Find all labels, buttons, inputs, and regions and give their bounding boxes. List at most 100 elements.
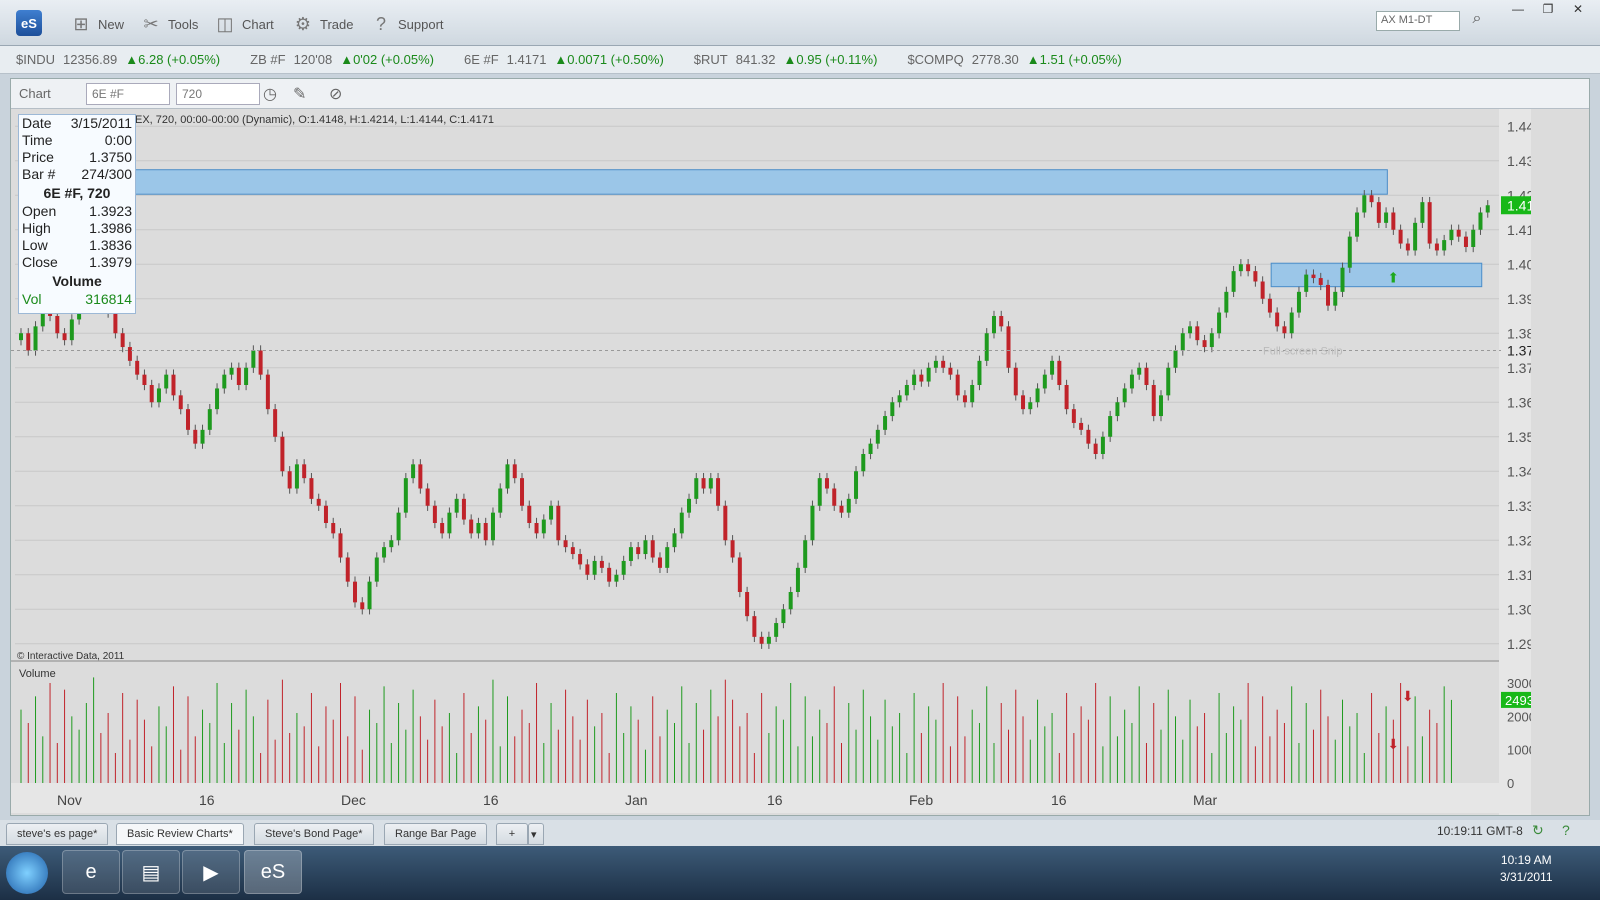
chart-button[interactable]: ◫ Chart <box>214 12 273 36</box>
candle-body <box>345 557 350 582</box>
info-low-row: Low 1.3836 <box>22 237 132 253</box>
time-axis-label: Jan <box>625 792 648 808</box>
candle-body <box>1006 326 1011 368</box>
candle-body <box>367 581 372 610</box>
explorer-icon[interactable]: ▤ <box>122 850 180 894</box>
candle-body <box>505 464 510 489</box>
start-button[interactable] <box>6 852 48 894</box>
pencil-icon[interactable]: ✎ <box>293 84 306 104</box>
candle-body <box>1478 212 1483 230</box>
info-title: 6E #F, 720 <box>43 185 111 201</box>
restore-icon[interactable]: ❐ <box>1534 0 1562 18</box>
app-logo[interactable]: eS <box>16 10 42 36</box>
candle-body <box>382 547 387 558</box>
candle-body <box>781 609 786 624</box>
candle-body <box>432 505 437 523</box>
candle-body <box>113 312 118 334</box>
price-tick-label: 1.3500 <box>1507 429 1531 445</box>
help-icon[interactable]: ? <box>1562 822 1570 838</box>
quote-item[interactable]: $INDU 12356.89 ▲6.28 (+0.05%) <box>16 52 220 67</box>
quote-symbol: 6E #F <box>463 52 499 67</box>
candle-body <box>171 374 176 396</box>
media-player-icon[interactable]: ▶ <box>182 850 240 894</box>
candle-body <box>1188 326 1193 334</box>
candle-body <box>1391 212 1396 230</box>
symbol-select[interactable]: AX M1-DT <box>1376 11 1460 31</box>
time-axis-label: 16 <box>767 792 783 808</box>
candle-body <box>1224 291 1229 313</box>
quote-change: ▲0.95 (+0.11%) <box>783 52 878 67</box>
page-tabs: steve's es page* Basic Review Charts* St… <box>0 820 1600 846</box>
esignal-taskbar-icon[interactable]: eS <box>244 850 302 894</box>
candle-body <box>1195 326 1200 341</box>
candle-body <box>287 471 292 489</box>
candle-body <box>164 374 169 389</box>
tab-range-bar-page[interactable]: Range Bar Page <box>384 823 488 845</box>
candle-body <box>1100 436 1105 454</box>
refresh-icon[interactable]: ↻ <box>1532 822 1544 839</box>
indicator-icon[interactable]: ⊘ <box>329 84 342 104</box>
candle-body <box>1347 236 1352 268</box>
quote-bar: $INDU 12356.89 ▲6.28 (+0.05%) ZB #F 120'08 ▲0… <box>0 46 1600 74</box>
volume-tick-label: 200000 <box>1507 709 1531 724</box>
info-price-row: Price 1.3750 <box>22 149 132 165</box>
price-tick-label: 1.3800 <box>1507 325 1531 341</box>
ie-icon[interactable]: e <box>62 850 120 894</box>
candle-body <box>1398 229 1403 244</box>
quote-item[interactable]: $RUT 841.32 ▲0.95 (+0.11%) <box>694 52 878 67</box>
search-icon[interactable]: ⌕ <box>1466 10 1488 32</box>
candle-body <box>1129 374 1134 389</box>
candle-body <box>1485 205 1490 213</box>
info-date-row: Date 3/15/2011 <box>22 115 132 131</box>
tools-button[interactable]: ✂ Tools <box>140 12 198 36</box>
candle-body <box>1166 367 1171 396</box>
candle-body <box>970 385 975 403</box>
tab-steves-es-page[interactable]: steve's es page* <box>6 823 109 845</box>
quote-item[interactable]: 6E #F 1.4171 ▲0.0071 (+0.50%) <box>464 52 664 67</box>
candle-body <box>323 505 328 523</box>
candle-body <box>694 478 699 499</box>
candle-body <box>236 367 241 385</box>
chart-symbol-select[interactable]: 6E #F <box>86 83 170 105</box>
candle-body <box>1093 443 1098 454</box>
price-chart[interactable]: 1.44001.43001.42001.41001.40001.39001.38… <box>11 109 1531 815</box>
volume-pane-label: Volume <box>19 668 56 680</box>
tab-basic-review-charts[interactable]: Basic Review Charts* <box>116 823 244 845</box>
new-button[interactable]: ⊞ New <box>70 12 124 36</box>
candle-body <box>817 478 822 506</box>
candle-body <box>607 567 612 582</box>
candle-body <box>331 523 336 534</box>
candle-body <box>563 540 568 548</box>
tray-clock: 10:19 AM 3/31/2011 <box>1500 853 1553 884</box>
quote-item[interactable]: $COMPQ 2778.30 ▲1.51 (+0.05%) <box>907 52 1121 67</box>
trade-button[interactable]: ⚙ Trade <box>292 12 354 36</box>
support-button[interactable]: ? Support <box>370 12 444 36</box>
add-tab-button[interactable]: + <box>496 823 528 845</box>
info-open-row: Open 1.3923 <box>22 203 132 219</box>
candle-body <box>628 547 633 561</box>
volume-tick-label: 300000 <box>1507 676 1531 691</box>
sell-arrow-icon: ⬇ <box>1402 688 1414 704</box>
chart-icon: ◫ <box>216 13 234 34</box>
candle-body <box>1463 236 1468 247</box>
candle-body <box>1260 281 1265 299</box>
info-close-row: Close 1.3979 <box>22 254 132 270</box>
candle-body <box>527 505 532 523</box>
price-tick-label: 1.4000 <box>1507 256 1531 272</box>
minimize-icon[interactable]: — <box>1504 0 1532 18</box>
support-resistance-zone <box>18 169 1388 195</box>
chart-interval-select[interactable]: 720 <box>176 83 260 105</box>
candle-body <box>1231 271 1236 292</box>
candle-body <box>1296 291 1301 313</box>
quote-item[interactable]: ZB #F 120'08 ▲0'02 (+0.05%) <box>250 52 434 67</box>
tab-steves-bond-page[interactable]: Steve's Bond Page* <box>254 823 374 845</box>
price-tick-label: 1.3700 <box>1507 360 1531 376</box>
candle-body <box>135 360 140 375</box>
candle-body <box>766 636 771 644</box>
candle-body <box>1304 274 1309 292</box>
close-icon[interactable]: ✕ <box>1564 0 1592 18</box>
candle-body <box>556 505 561 541</box>
tab-menu-icon[interactable]: ▾ <box>528 823 544 845</box>
candle-body <box>1108 416 1113 437</box>
clock-icon[interactable]: ◷ <box>263 84 277 104</box>
